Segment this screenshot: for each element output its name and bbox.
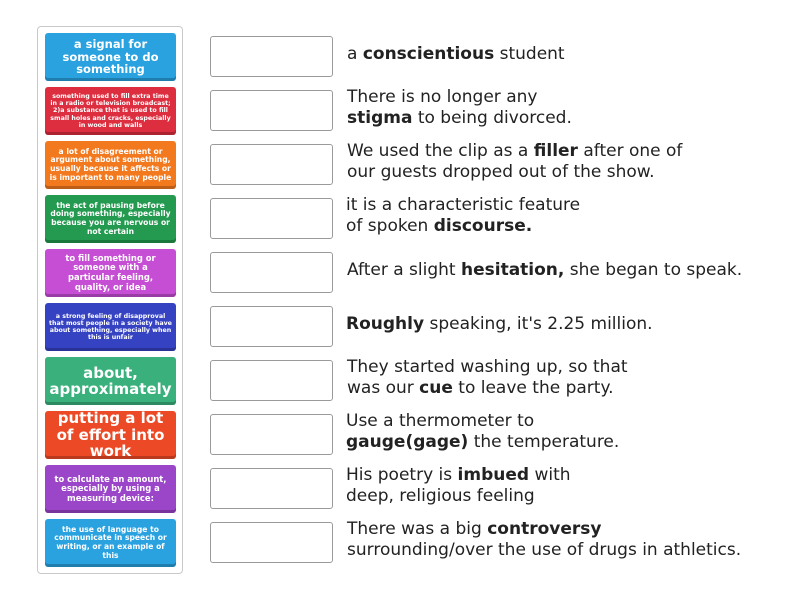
sentence-text: student [494, 44, 565, 64]
sentence: His poetry is imbued with deep, religiou… [346, 465, 786, 507]
answer-tile[interactable]: something used to fill extra time in a r… [45, 87, 176, 135]
drop-box[interactable] [210, 90, 333, 131]
sentence-line: There is no longer any [347, 87, 787, 108]
sentence: it is a characteristic feature of spoken… [346, 195, 786, 237]
sentence: They started washing up, so that was our… [347, 357, 787, 399]
sentence-text: was our [347, 378, 420, 398]
sentence-text: There is no longer any [347, 87, 538, 107]
sentence-text: after one of [577, 141, 683, 161]
sentence: We used the clip as a filler after one o… [347, 141, 787, 183]
drop-box[interactable] [210, 468, 333, 509]
sentence: Roughly speaking, it's 2.25 million. [346, 314, 786, 335]
sentence-text: it is a characteristic feature [346, 195, 581, 215]
sentence-text: His poetry is [346, 465, 458, 485]
sentence-text: After a slight [347, 260, 461, 280]
sentence-text: a [347, 44, 363, 64]
sentence-line: Use a thermometer to [346, 411, 786, 432]
answer-tile[interactable]: putting a lot of effort into work [45, 410, 176, 460]
sentence-line: a conscientious student [347, 44, 787, 65]
answer-tile[interactable]: a lot of disagreement or argument about … [45, 141, 176, 189]
sentence-line: gauge(gage) the temperature. [346, 432, 786, 453]
sentence-text: of spoken [346, 216, 434, 236]
sentence: There was a big controversy surrounding/… [347, 519, 787, 561]
answer-tile[interactable]: to calculate an amount, especially by us… [45, 465, 176, 513]
keyword: filler [533, 141, 578, 161]
drop-box[interactable] [210, 36, 333, 77]
drop-box[interactable] [210, 198, 333, 239]
sentence-text: We used the clip as a [347, 141, 534, 161]
keyword: hesitation, [461, 260, 565, 280]
sentence: Use a thermometer to gauge(gage) the tem… [346, 411, 786, 453]
keyword: conscientious [362, 44, 495, 64]
drop-box[interactable] [210, 252, 333, 293]
sentence: a conscientious student [347, 44, 787, 65]
keyword: discourse. [433, 216, 533, 236]
sentence-line: it is a characteristic feature [346, 195, 786, 216]
sentence-line: They started washing up, so that [347, 357, 787, 378]
sentence-text: deep, religious feeling [346, 486, 535, 506]
sentence: After a slight hesitation, she began to … [347, 260, 787, 281]
keyword: Roughly [346, 314, 425, 334]
sentence-text: our guests dropped out of the show. [347, 162, 655, 182]
keyword: gauge(gage) [346, 432, 469, 452]
sentence-text: surrounding/over the use of drugs in ath… [347, 540, 742, 560]
sentence: There is no longer any stigma to being d… [347, 87, 787, 129]
answer-tile[interactable]: to fill something or someone with a part… [45, 249, 176, 297]
sentence-text: They started washing up, so that [347, 357, 628, 377]
sentence-text: to leave the party. [452, 378, 614, 398]
sentence-text: she began to speak. [564, 260, 743, 280]
sentence-text: to being divorced. [412, 108, 572, 128]
keyword: cue [419, 378, 453, 398]
answer-tile[interactable]: a signal for someone to do something [45, 33, 176, 81]
sentence-text: with [529, 465, 571, 485]
answer-tile[interactable]: a strong feeling of disapproval that mos… [45, 303, 176, 351]
sentence-text: the temperature. [468, 432, 620, 452]
answer-tile[interactable]: about, approximately [45, 357, 176, 405]
sentence-line: surrounding/over the use of drugs in ath… [347, 540, 787, 561]
drop-box[interactable] [210, 360, 333, 401]
answer-tiles-panel: a signal for someone to do something som… [37, 26, 183, 574]
sentence-line: Roughly speaking, it's 2.25 million. [346, 314, 786, 335]
sentence-line: deep, religious feeling [346, 486, 786, 507]
keyword: controversy [487, 519, 602, 539]
keyword: stigma [347, 108, 413, 128]
sentence-line: There was a big controversy [347, 519, 787, 540]
drop-box[interactable] [210, 522, 333, 563]
sentence-text: Use a thermometer to [346, 411, 535, 431]
sentence-line: of spoken discourse. [346, 216, 786, 237]
sentence-line: stigma to being divorced. [347, 108, 787, 129]
keyword: imbued [457, 465, 530, 485]
drop-box[interactable] [210, 144, 333, 185]
answer-tile[interactable]: the use of language to communicate in sp… [45, 519, 176, 567]
sentence-line: His poetry is imbued with [346, 465, 786, 486]
drop-box[interactable] [210, 414, 333, 455]
drop-box[interactable] [210, 306, 333, 347]
sentence-line: After a slight hesitation, she began to … [347, 260, 787, 281]
sentence-text: There was a big [347, 519, 488, 539]
sentence-line: our guests dropped out of the show. [347, 162, 787, 183]
answer-tile[interactable]: the act of pausing before doing somethin… [45, 195, 176, 243]
sentence-line: was our cue to leave the party. [347, 378, 787, 399]
sentence-line: We used the clip as a filler after one o… [347, 141, 787, 162]
sentence-text: speaking, it's 2.25 million. [424, 314, 653, 334]
